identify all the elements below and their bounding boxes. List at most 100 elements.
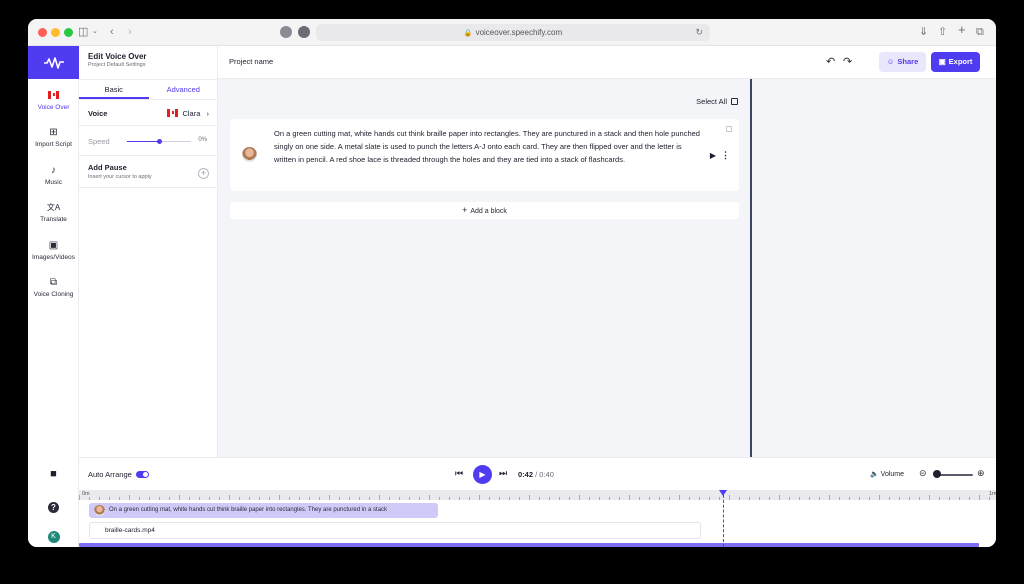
close-window-button[interactable] [38, 28, 47, 37]
ruler-tick [569, 497, 570, 500]
rail-item-voice-cloning[interactable]: ⧉ Voice Cloning [28, 277, 79, 298]
rail-item-voice-over[interactable]: Voice Over [28, 90, 79, 111]
favicon-icon[interactable] [298, 26, 310, 38]
minimize-window-button[interactable] [51, 28, 60, 37]
rail-item-label: Import Script [35, 141, 72, 148]
tab-basic[interactable]: Basic [79, 80, 149, 99]
ruler-tick [969, 497, 970, 500]
zoom-out-icon[interactable]: ⊝ [919, 468, 927, 479]
voice-avatar [94, 505, 105, 516]
download-icon[interactable]: ⇓ [919, 25, 928, 39]
chat-icon: ■ [50, 468, 57, 480]
panel-title: Edit Voice Over [88, 52, 147, 61]
ruler-tick [959, 497, 960, 500]
forward-icon[interactable]: › [128, 25, 132, 39]
undo-icon[interactable]: ↶ [826, 55, 835, 68]
voice-label: Voice [88, 109, 108, 118]
add-block-button[interactable]: + Add a block [230, 202, 739, 219]
auto-arrange-label: Auto Arrange [88, 470, 132, 479]
auto-arrange-switch[interactable] [135, 471, 149, 478]
ruler-tick [279, 495, 280, 500]
speed-slider[interactable] [127, 139, 191, 144]
zoom-in-icon[interactable]: ⊕ [977, 468, 985, 479]
voice-selector[interactable]: Voice Clara › [88, 109, 209, 118]
new-tab-icon[interactable]: + [958, 23, 966, 37]
feedback-button[interactable]: ■ [28, 468, 79, 480]
rail-item-music[interactable]: ♪ Music [28, 165, 79, 186]
script-block[interactable]: On a green cutting mat, white hands cut … [230, 119, 739, 191]
user-avatar[interactable]: K [28, 525, 79, 543]
add-user-icon: ☺ [886, 57, 895, 66]
ruler-tick [199, 497, 200, 500]
share-icon[interactable]: ⇧ [938, 25, 947, 39]
tab-overview-icon[interactable]: ⧉ [976, 25, 984, 39]
rail-item-images-videos[interactable]: ▣ Images/Videos [28, 240, 79, 261]
address-bar[interactable]: 🔒 voiceover.speechify.com ↻ [316, 24, 710, 41]
timeline-ruler[interactable]: 0m 1m [79, 490, 996, 500]
ruler-tick [769, 497, 770, 500]
ruler-tick [259, 497, 260, 500]
favicon-icon[interactable] [280, 26, 292, 38]
chevron-down-icon[interactable]: ⌄ [92, 25, 98, 39]
more-options-icon[interactable]: ⋮ [721, 150, 730, 161]
play-icon[interactable]: ▶ [710, 151, 716, 160]
ruler-tick [429, 495, 430, 500]
export-button[interactable]: ▣ Export [931, 52, 980, 72]
maximize-window-button[interactable] [64, 28, 73, 37]
current-time: 0:42 [518, 470, 534, 479]
skip-forward-icon[interactable]: ⏭ [499, 468, 507, 479]
sidebar-toggle-icon[interactable]: ◫ [78, 25, 88, 39]
zoom-slider-handle[interactable] [933, 470, 941, 478]
canada-flag-icon [167, 109, 179, 117]
waveform-icon [43, 56, 64, 69]
ruler-tick [589, 497, 590, 500]
ruler-tick [479, 495, 480, 500]
ruler-tick [789, 497, 790, 500]
ruler-tick [289, 497, 290, 500]
timeline[interactable]: 0m 1m On a green cutting mat, white hand… [79, 490, 996, 547]
share-button[interactable]: ☺ Share [879, 52, 926, 72]
voice-value[interactable]: Clara › [167, 109, 209, 118]
video-clip-label: braille-cards.mp4 [105, 527, 155, 534]
divider [79, 125, 218, 126]
rail-item-label: Voice Cloning [33, 291, 74, 298]
tab-advanced[interactable]: Advanced [149, 80, 219, 99]
add-pause-button[interactable]: + [198, 168, 209, 179]
ruler-tick [669, 497, 670, 500]
select-all-toggle[interactable]: Select All [696, 97, 738, 106]
back-icon[interactable]: ‹ [110, 25, 114, 39]
playhead-handle[interactable] [719, 490, 727, 496]
timeline-progress-bar[interactable] [79, 543, 979, 547]
voice-avatar[interactable] [242, 147, 257, 162]
url-text: voiceover.speechify.com [475, 28, 563, 37]
ruler-tick [659, 497, 660, 500]
skip-back-icon[interactable]: ⏮ [455, 468, 463, 479]
audio-clip[interactable]: On a green cutting mat, white hands cut … [89, 503, 438, 518]
select-all-label: Select All [696, 97, 727, 106]
ruler-tick [759, 497, 760, 500]
block-checkbox[interactable] [726, 126, 732, 132]
ruler-tick [639, 497, 640, 500]
project-name[interactable]: Project name [229, 57, 273, 66]
volume-button[interactable]: 🔈 Volume [870, 470, 904, 478]
reload-icon[interactable]: ↻ [695, 24, 703, 41]
voice-name: Clara [182, 109, 201, 118]
speed-slider-handle[interactable] [156, 139, 162, 144]
rail-item-import-script[interactable]: ⊞ Import Script [28, 127, 79, 148]
ruler-tick [889, 497, 890, 500]
select-all-checkbox[interactable] [731, 98, 738, 105]
play-button[interactable]: ▶ [473, 465, 492, 484]
redo-icon[interactable]: ↷ [843, 55, 852, 68]
speechify-logo[interactable] [28, 46, 79, 79]
help-button[interactable]: ? [28, 497, 79, 515]
auto-arrange-toggle[interactable]: Auto Arrange [88, 470, 149, 479]
total-time: 0:40 [539, 470, 554, 479]
script-block-text[interactable]: On a green cutting mat, white hands cut … [274, 128, 704, 166]
playhead-line[interactable] [723, 490, 724, 547]
video-clip[interactable]: braille-cards.mp4 [89, 522, 701, 539]
ruler-tick [929, 495, 930, 500]
rail-item-translate[interactable]: 文A Translate [28, 202, 79, 223]
rail-item-label: Translate [40, 216, 67, 223]
nav-rail: Voice Over ⊞ Import Script ♪ Music 文A Tr… [28, 46, 79, 547]
ruler-tick [109, 497, 110, 500]
